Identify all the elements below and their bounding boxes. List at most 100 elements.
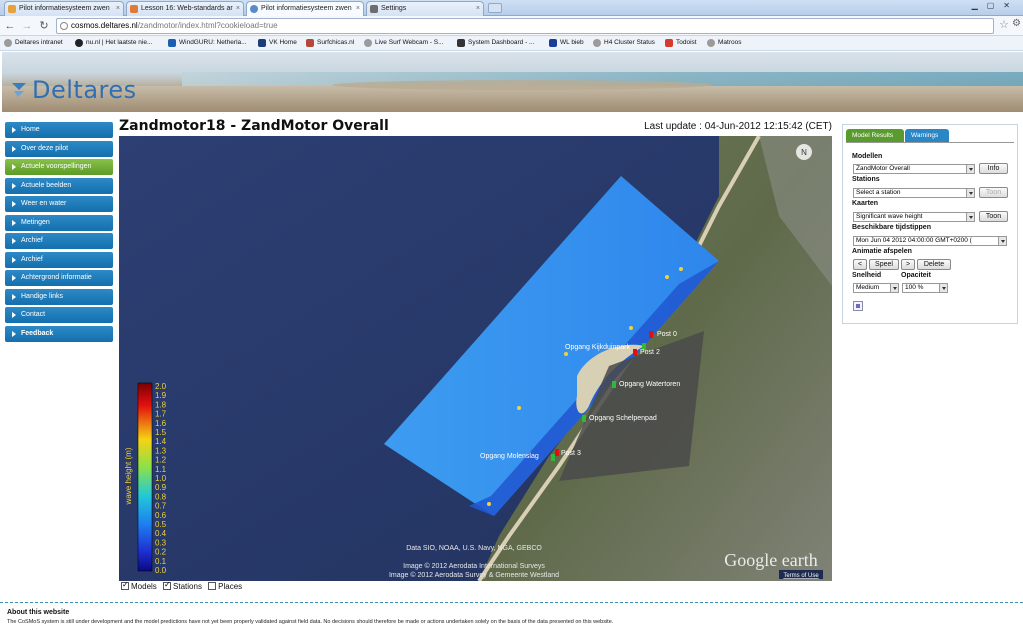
bookmark-icon <box>168 39 176 47</box>
new-tab-button[interactable] <box>488 3 502 13</box>
close-icon[interactable]: × <box>476 2 480 16</box>
sidebar-item-weer-en-water[interactable]: Weer en water <box>5 196 113 212</box>
sidebar-item-metingen[interactable]: Metingen <box>5 214 113 231</box>
station-marker[interactable] <box>649 331 653 338</box>
snelheid-select[interactable]: Medium <box>853 283 899 293</box>
stations-select[interactable]: Select a station <box>853 188 975 198</box>
forward-arrow-icon[interactable]: → <box>20 19 34 33</box>
kaarten-label: Kaarten <box>852 200 879 207</box>
toon-stations-button[interactable]: Toon <box>979 187 1008 198</box>
back-arrow-icon[interactable]: ← <box>3 19 17 33</box>
chevron-right-icon <box>12 145 16 152</box>
model-results-panel: Model Results Warnings Modellen ZandMoto… <box>842 124 1018 324</box>
station-marker[interactable] <box>555 449 559 456</box>
browser-tab-1[interactable]: Pilot informatiesysteem zwen × <box>4 1 124 16</box>
sidebar-nav: Home Over deze pilot Actuele voorspellin… <box>5 122 113 344</box>
browser-tab-strip: Pilot informatiesysteem zwen × Lesson 16… <box>0 0 1023 16</box>
snelheid-label: Snelheid <box>852 272 882 279</box>
sidebar-item-actuele-beelden[interactable]: Actuele beelden <box>5 177 113 194</box>
opaciteit-select[interactable]: 100 % <box>902 283 948 293</box>
bookmark-item[interactable]: Live Surf Webcam - S... <box>364 38 444 48</box>
last-update-text: Last update : 04-Jun-2012 12:15:42 (CET) <box>644 121 832 132</box>
bookmark-item[interactable]: WL bieb <box>549 38 584 48</box>
station-marker[interactable] <box>633 349 637 356</box>
sidebar-item-feedback[interactable]: Feedback <box>5 325 113 342</box>
modellen-select[interactable]: ZandMotor Overall <box>853 164 975 174</box>
sidebar-item-over-deze-pilot[interactable]: Over deze pilot <box>5 140 113 157</box>
chevron-right-icon <box>12 293 16 300</box>
export-icon[interactable] <box>853 301 863 311</box>
bookmark-item[interactable]: Matroos <box>707 38 741 48</box>
colorbar-label: wave height (m) <box>124 447 133 505</box>
toon-kaarten-button[interactable]: Toon <box>979 211 1008 222</box>
places-checkbox[interactable] <box>208 582 217 590</box>
footer-divider <box>0 602 1023 603</box>
bookmark-label: Todoist <box>676 39 697 46</box>
compass-label: N <box>801 148 807 157</box>
station-marker[interactable] <box>551 454 555 461</box>
chevron-right-icon <box>12 219 16 226</box>
info-button[interactable]: Info <box>979 163 1008 174</box>
page-favicon-icon <box>8 5 16 13</box>
bookmark-label: System Dashboard - ... <box>468 39 535 46</box>
tab-model-results[interactable]: Model Results <box>846 129 904 142</box>
bookmark-item[interactable]: Deltares intranet <box>4 38 63 48</box>
bookmark-item[interactable]: nu.nl | Het laatste nie... <box>75 38 152 48</box>
reload-icon[interactable]: ↻ <box>37 19 51 33</box>
footer-disclaimer: The CoSMoS system is still under develop… <box>7 619 614 625</box>
sidebar-item-achtergrond-informatie[interactable]: Achtergrond informatie <box>5 270 113 286</box>
kaarten-select[interactable]: Significant wave height <box>853 212 975 222</box>
wrench-icon <box>370 5 378 13</box>
bookmark-label: Matroos <box>718 39 742 46</box>
browser-tab-4[interactable]: Settings × <box>366 1 484 16</box>
bookmark-label: Deltares intranet <box>15 39 63 46</box>
google-earth-map[interactable]: N 2.0 1.9 1.8 1.7 1.6 1.5 1.4 1.3 1.2 1.1 1.0 0.9 0.… <box>119 136 832 581</box>
sidebar-item-archief-2[interactable]: Archief <box>5 251 113 268</box>
browser-tab-2[interactable]: Lesson 16: Web-standards ar × <box>126 1 244 16</box>
sidebar-item-home[interactable]: Home <box>5 122 113 138</box>
bookmark-label: WindGURU: Netherla... <box>179 39 247 46</box>
window-controls[interactable]: ▁▢✕ <box>972 1 1019 10</box>
bookmark-item[interactable]: VK Home <box>258 38 297 48</box>
wrench-icon[interactable]: ⚙ <box>1012 18 1021 29</box>
station-marker[interactable] <box>612 381 616 388</box>
sidebar-item-label: Feedback <box>21 329 54 337</box>
map-attribution-1: Data SIO, NOAA, U.S. Navy, NGA, GEBCO <box>406 545 542 552</box>
close-icon[interactable]: × <box>236 2 240 16</box>
delete-button[interactable]: Delete <box>917 259 951 270</box>
terms-of-use-link[interactable]: Terms of Use <box>783 573 819 579</box>
bookmark-item[interactable]: H4 Cluster Status <box>593 38 655 48</box>
sidebar-item-contact[interactable]: Contact <box>5 307 113 323</box>
tijdstippen-select[interactable]: Mon Jun 04 2012 04:00:00 GMT+0200 ( <box>853 236 1007 246</box>
opaciteit-label: Opaciteit <box>901 272 931 279</box>
sidebar-item-handige-links[interactable]: Handige links <box>5 288 113 305</box>
station-label: Opgang Schelpenpad <box>589 415 657 422</box>
close-icon[interactable]: × <box>116 2 120 16</box>
browser-tab-3[interactable]: Pilot informatiesysteem zwen × <box>246 1 364 16</box>
tab-warnings[interactable]: Warnings <box>905 129 949 142</box>
deltares-logo[interactable]: Deltares <box>32 76 137 104</box>
bookmark-item[interactable]: Surfchicas.nl <box>306 38 354 48</box>
close-icon[interactable]: × <box>356 2 360 16</box>
page-favicon-icon <box>250 5 258 13</box>
map-canvas[interactable]: N 2.01.91.81.71.61.51.41.31.21.11.00.90.… <box>119 136 832 581</box>
previous-button[interactable]: < <box>853 259 867 270</box>
chevron-right-icon <box>12 312 16 318</box>
next-button[interactable]: > <box>901 259 915 270</box>
bookmark-star-icon[interactable]: ☆ <box>999 18 1009 31</box>
stations-label: Stations <box>173 582 202 591</box>
sidebar-item-archief[interactable]: Archief <box>5 233 113 249</box>
bookmark-item[interactable]: WindGURU: Netherla... <box>168 38 247 48</box>
play-button[interactable]: Speel <box>869 259 899 270</box>
colorbar-tick-label: 1.6 <box>155 419 167 428</box>
models-checkbox[interactable] <box>121 580 129 590</box>
station-marker[interactable] <box>582 415 586 422</box>
address-bar[interactable]: cosmos.deltares.nl/zandmotor/index.html?… <box>56 18 994 34</box>
tab-label: Settings <box>381 5 407 12</box>
sidebar-item-actuele-voorspellingen[interactable]: Actuele voorspellingen <box>5 159 113 175</box>
stations-checkbox[interactable] <box>163 580 172 590</box>
colorbar-tick-label: 1.0 <box>155 474 167 483</box>
bookmark-item[interactable]: System Dashboard - ... <box>457 38 534 48</box>
colorbar-tick-label: 0.0 <box>155 566 167 575</box>
bookmark-item[interactable]: Todoist <box>665 38 697 48</box>
